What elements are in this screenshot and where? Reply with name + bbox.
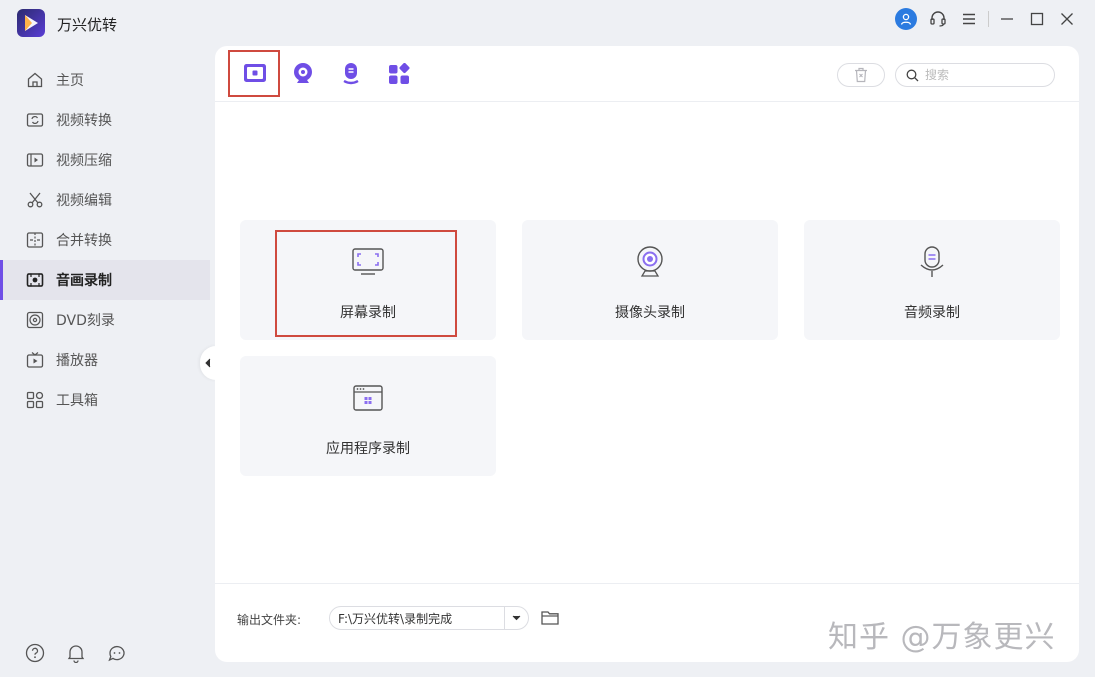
clear-list-button[interactable]: [837, 63, 885, 87]
webcam-record-card[interactable]: 摄像头录制: [522, 220, 778, 340]
audio-record-card[interactable]: 音频录制: [804, 220, 1060, 340]
sidebar-item-home[interactable]: 主页: [0, 60, 210, 100]
sidebar-item-label: 音画录制: [56, 273, 112, 289]
sidebar-item-video-edit[interactable]: 视频编辑: [0, 180, 210, 220]
sidebar-item-video-convert[interactable]: 视频转换: [0, 100, 210, 140]
compress-icon: [25, 150, 45, 170]
headset-icon[interactable]: [927, 8, 949, 30]
webcam-record-label: 摄像头录制: [615, 305, 685, 321]
trash-icon: [855, 67, 867, 83]
merge-icon: [25, 230, 45, 250]
monitor-record-icon: [350, 244, 386, 280]
scissors-icon: [25, 190, 45, 210]
bell-icon[interactable]: [65, 642, 87, 664]
search-input[interactable]: [925, 68, 1035, 82]
apps-grid-icon: [389, 63, 410, 84]
sidebar-item-player[interactable]: 播放器: [0, 340, 210, 380]
search-box[interactable]: [895, 63, 1055, 87]
open-folder-button[interactable]: [539, 606, 561, 628]
sidebar-bottom-icons: [24, 642, 128, 664]
sidebar-item-merge[interactable]: 合并转换: [0, 220, 210, 260]
screen-record-label: 屏幕录制: [340, 305, 396, 321]
tab-screen-record[interactable]: [237, 56, 273, 92]
main-panel: 屏幕录制 摄像头录制 音频录制 应用程序录制 输出文件夹: F:\万兴优转\录制…: [215, 46, 1079, 662]
app-record-label: 应用程序录制: [326, 441, 410, 457]
record-icon: [25, 270, 45, 290]
sidebar: 主页 视频转换 视频压缩 视频编辑 合并转换 音画录制 DVD刻录 播放器 工具…: [0, 60, 210, 420]
account-icon[interactable]: [895, 8, 917, 30]
sidebar-item-dvd-burn[interactable]: DVD刻录: [0, 300, 210, 340]
maximize-button[interactable]: [1026, 8, 1048, 30]
close-button[interactable]: [1056, 8, 1078, 30]
output-path-value: F:\万兴优转\录制完成: [338, 611, 453, 626]
tv-icon: [25, 350, 45, 370]
microphone-icon: [343, 63, 359, 85]
webcam-icon: [294, 63, 312, 83]
sidebar-item-av-record[interactable]: 音画录制: [0, 260, 210, 300]
sidebar-item-video-compress[interactable]: 视频压缩: [0, 140, 210, 180]
chevron-down-icon[interactable]: [504, 607, 528, 629]
output-folder-label: 输出文件夹:: [237, 613, 302, 627]
output-footer: 输出文件夹: F:\万兴优转\录制完成: [215, 583, 1079, 662]
tab-audio-record[interactable]: [333, 56, 369, 92]
app-title: 万兴优转: [57, 16, 118, 34]
title-bar: 万兴优转: [0, 0, 1095, 46]
tab-webcam-record[interactable]: [285, 56, 321, 92]
output-path-select[interactable]: F:\万兴优转\录制完成: [329, 606, 529, 630]
sidebar-item-label: 主页: [56, 73, 84, 89]
sidebar-item-label: DVD刻录: [56, 313, 115, 329]
record-toolbar: [215, 46, 1079, 102]
folder-icon: [541, 610, 559, 625]
minimize-button[interactable]: [996, 8, 1018, 30]
microphone-record-icon: [914, 244, 950, 280]
sidebar-item-toolbox[interactable]: 工具箱: [0, 380, 210, 420]
disc-icon: [25, 310, 45, 330]
screen-record-card[interactable]: 屏幕录制: [240, 220, 496, 340]
sidebar-item-label: 视频编辑: [56, 193, 112, 209]
webcam-record-icon: [632, 244, 668, 280]
home-icon: [25, 70, 45, 90]
app-record-card[interactable]: 应用程序录制: [240, 356, 496, 476]
grid-icon: [25, 390, 45, 410]
sidebar-item-label: 工具箱: [56, 393, 98, 409]
feedback-icon[interactable]: [106, 642, 128, 664]
sidebar-item-label: 视频转换: [56, 113, 112, 129]
help-icon[interactable]: [24, 642, 46, 664]
audio-record-label: 音频录制: [904, 305, 960, 321]
chevron-left-icon: [205, 358, 211, 368]
sidebar-item-label: 视频压缩: [56, 153, 112, 169]
sidebar-item-label: 播放器: [56, 353, 98, 369]
screen-record-icon: [244, 64, 266, 82]
app-logo: [17, 9, 45, 37]
search-icon: [906, 69, 919, 81]
tab-app-record[interactable]: [381, 56, 417, 92]
title-separator: [988, 11, 989, 27]
sidebar-item-label: 合并转换: [56, 233, 112, 249]
convert-icon: [25, 110, 45, 130]
menu-icon[interactable]: [958, 8, 980, 30]
app-window-record-icon: [350, 380, 386, 416]
